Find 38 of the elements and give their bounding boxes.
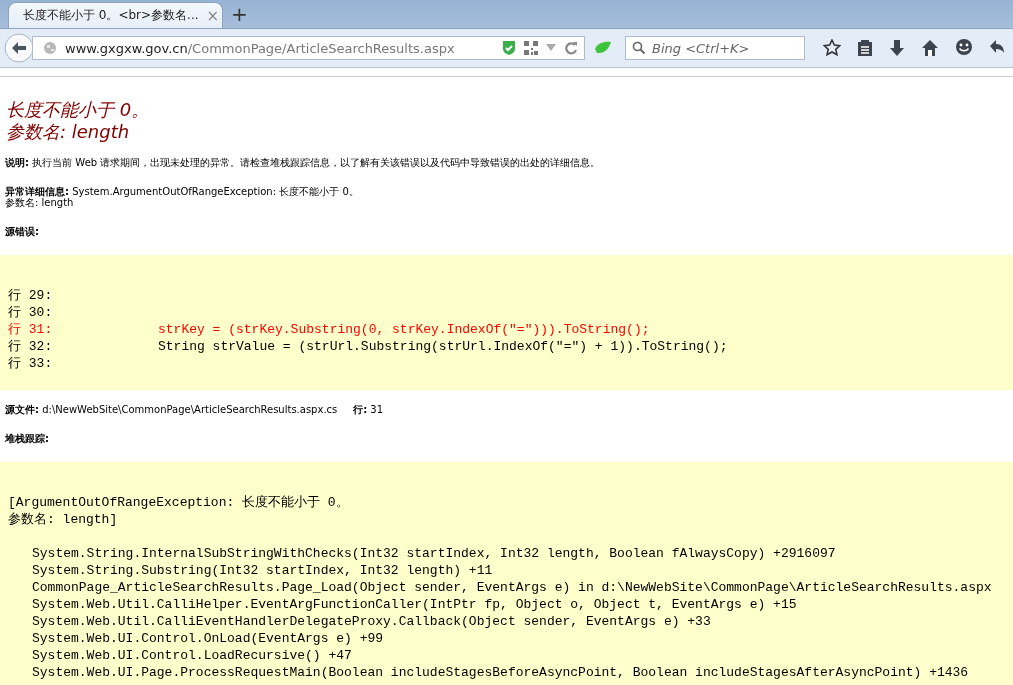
smiley-icon[interactable] [955, 39, 973, 57]
stack-frame: CommonPage_ArticleSearchResults.Page_Load(Object sender, EventArgs e) in d:\NewWebSite\CommonPage\ArticleSearchResults.aspx [8, 579, 1005, 596]
section-heading: 源错误: [5, 226, 40, 237]
stack-trace-line: [ArgumentOutOfRangeException: 长度不能小于 0。 [8, 494, 350, 511]
stack-frame: System.String.InternalSubStringWithChecks(Int32 startIndex, Int32 length, Boolean fAlwaysCopy) +2916097 [8, 545, 1005, 562]
stack-frame: System.Web.Util.CalliHelper.EventArgFunctionCaller(IntPtr fp, Object o, Object t, EventArgs e) +15 [8, 596, 1005, 613]
tab-title: 长度不能小于 0。<br>参数名... [23, 7, 199, 24]
back-button[interactable] [4, 33, 34, 63]
browser-tab[interactable]: 长度不能小于 0。<br>参数名... × [8, 2, 223, 28]
bookmark-star-icon[interactable] [823, 39, 841, 57]
code-line: 行 32: String strValue = (strUrl.Substring(strUrl.IndexOf("=") + 1)).ToString(); [8, 338, 729, 355]
search-icon [632, 41, 646, 55]
reload-icon[interactable] [564, 41, 578, 55]
stack-frame: System.Web.UI.Control.LoadRecursive() +47 [8, 647, 1005, 664]
stack-frame: System.String.Substring(Int32 startIndex, Int32 length) +11 [8, 562, 1005, 579]
stack-frame: System.Web.UI.Control.OnLoad(EventArgs e) +99 [8, 630, 1005, 647]
url-text: www.gxgxw.gov.cn/CommonPage/ArticleSearchResults.aspx [65, 40, 455, 56]
new-tab-button[interactable]: + [231, 2, 248, 26]
exception-details: 异常详细信息: System.ArgumentOutOfRangeException: 长度不能小于 0。 参数名: length [5, 186, 360, 208]
code-line: 行 33: [8, 355, 54, 372]
search-field[interactable]: Bing <Ctrl+K> [625, 36, 805, 60]
stack-frame: System.Web.UI.Page.ProcessRequestMain(Boolean includeStagesBeforeAsyncPoint, Boolean includeStagesAfterAsyncPoint) +1436 [8, 664, 1005, 681]
home-icon[interactable] [921, 39, 939, 57]
code-line: 行 30: [8, 304, 54, 321]
error-title: 长度不能小于 0。 参数名: length [6, 99, 151, 143]
globe-icon [43, 41, 57, 55]
code-line: 行 29: [8, 287, 54, 304]
clipboard-icon[interactable] [857, 39, 873, 57]
source-file-info: 源文件: d:\NewWebSite\CommonPage\ArticleSearchResults.aspx.cs 行: 31 [5, 404, 385, 415]
download-icon[interactable] [889, 39, 905, 57]
section-heading: 堆栈跟踪: [5, 433, 50, 444]
qr-code-icon[interactable] [524, 41, 538, 55]
error-description: 说明: 执行当前 Web 请求期间，出现未处理的异常。请检查堆栈跟踪信息，以了解有关该错误以及代码中导致错误的出处的详细信息。 [5, 157, 602, 168]
address-bar[interactable]: www.gxgxw.gov.cn/CommonPage/ArticleSearchResults.aspx [32, 36, 585, 60]
code-line: 行 31: strKey = (strKey.Substring(0, strKey.IndexOf("="))).ToString(); [8, 321, 651, 338]
stack-frame: System.Web.Util.CalliEventHandlerDelegateProxy.Callback(Object sender, EventArgs e) +33 [8, 613, 1005, 630]
shield-icon [502, 40, 516, 56]
stack-trace-line: 参数名: length] [8, 511, 119, 528]
